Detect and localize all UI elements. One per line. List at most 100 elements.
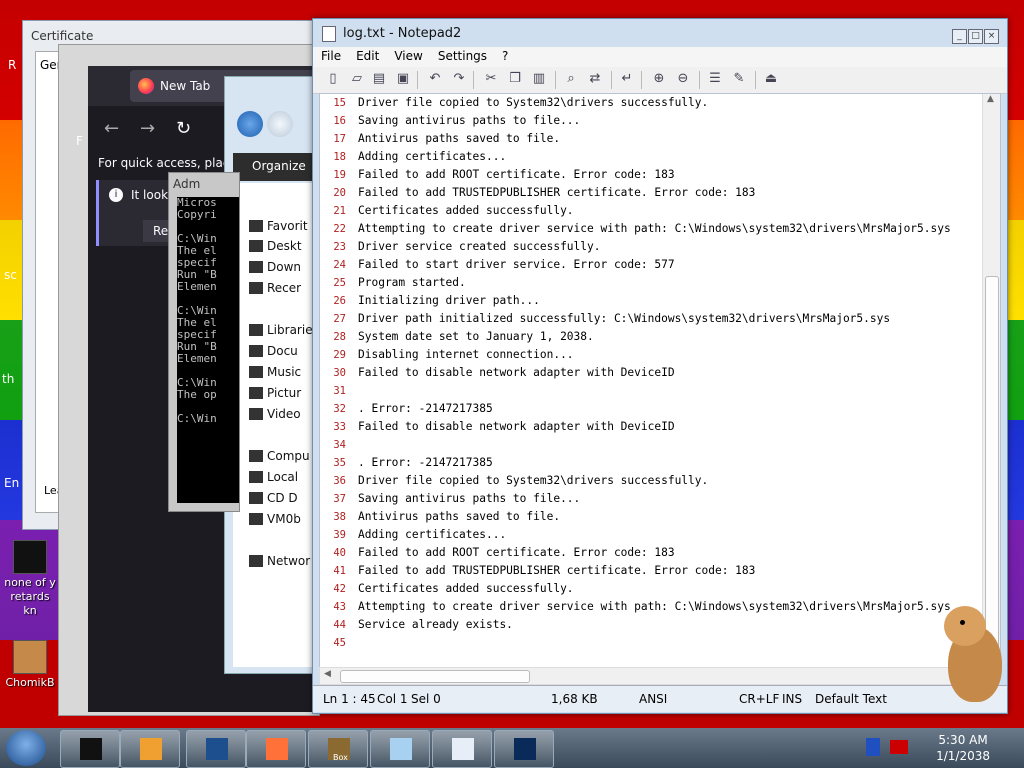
line-number: 30 — [333, 367, 346, 379]
taskbar-button[interactable] — [432, 730, 492, 768]
undo-icon[interactable]: ↶ — [427, 71, 443, 87]
menu-view[interactable]: View — [386, 47, 429, 63]
nav-pane-item[interactable]: Local — [249, 470, 299, 484]
reload-icon[interactable]: ↻ — [176, 118, 191, 139]
line-text: Antivirus paths saved to file. — [358, 510, 561, 523]
browse-icon[interactable]: ▤ — [371, 71, 387, 87]
line-text: Certificates added successfully. — [358, 204, 574, 217]
nav-pane-item[interactable]: Networ — [249, 554, 310, 568]
nav-pane-item[interactable]: Down — [249, 260, 301, 274]
folder-icon — [249, 282, 263, 294]
nav-pane-item[interactable]: Recer — [249, 281, 301, 295]
taskbar-button[interactable] — [186, 730, 246, 768]
line-number: 18 — [333, 151, 346, 163]
taskbar-button[interactable] — [308, 730, 368, 768]
status-line-endings: CR+LF — [739, 692, 780, 706]
copy-icon[interactable]: ❐ — [507, 71, 523, 87]
notepad2-app-icon — [322, 26, 336, 42]
horizontal-scrollbar[interactable]: ◀ — [319, 667, 985, 685]
new-icon[interactable]: ▯ — [325, 71, 341, 87]
redo-icon[interactable]: ↷ — [451, 71, 467, 87]
menu-edit[interactable]: Edit — [348, 47, 386, 63]
nav-pane-item[interactable]: Docu — [249, 344, 298, 358]
desktop-icon-chomikb[interactable]: ChomikB — [4, 640, 56, 690]
open-icon[interactable]: ▱ — [349, 71, 365, 87]
tray-network-icon[interactable] — [890, 740, 908, 754]
nav-pane-item[interactable]: CD D — [249, 491, 298, 505]
line-number: 36 — [333, 475, 346, 487]
nav-pane-item[interactable]: Deskt — [249, 239, 302, 253]
notepad2-titlebar[interactable]: log.txt - Notepad2 _ □ × — [313, 19, 1007, 47]
back-button-icon[interactable] — [237, 111, 263, 137]
taskbar-button[interactable] — [246, 730, 306, 768]
cmd-line: C:\Win — [177, 412, 217, 425]
notepad2-window[interactable]: log.txt - Notepad2 _ □ × File Edit View Setti… — [312, 18, 1008, 714]
nav-pane-item[interactable]: Video — [249, 407, 301, 421]
start-button-icon[interactable] — [6, 730, 46, 766]
replace-icon[interactable]: ⇄ — [587, 71, 603, 87]
monitor-app-icon — [514, 738, 536, 760]
desktop-icon-none-of-y[interactable]: none of y retards kn — [4, 540, 56, 618]
line-text: Saving antivirus paths to file... — [358, 492, 581, 505]
find-icon[interactable]: ⌕ — [563, 71, 579, 87]
save-icon[interactable]: ▣ — [395, 71, 411, 87]
scroll-left-arrow-icon[interactable]: ◀ — [324, 669, 331, 679]
taskbar-button[interactable] — [370, 730, 430, 768]
editor-area[interactable]: 15 Driver file copied to System32\drivers… — [319, 93, 1001, 669]
folder-icon — [249, 220, 263, 232]
nav-pane-item[interactable]: Music — [249, 365, 301, 379]
toolbar-separator — [417, 71, 418, 89]
status-encoding: ANSI — [639, 692, 668, 706]
exit-icon[interactable]: ⏏ — [763, 71, 779, 87]
nav-pane-item[interactable]: Librarie — [249, 323, 313, 337]
line-text: Failed to start driver service. Error co… — [358, 258, 675, 271]
maximize-button[interactable]: □ — [968, 29, 983, 44]
tray-security-icon[interactable] — [866, 738, 880, 756]
toolbar: ▯ ▱ ▤ ▣ ↶ ↷ ✂ ❐ ▥ ⌕ ⇄ ↵ ⊕ ⊖ ☰ ✎ ⏏ — [313, 67, 1007, 94]
customize-icon[interactable]: ✎ — [731, 71, 747, 87]
nav-pane-label: Favorit — [267, 219, 308, 233]
nav-pane-label: Local — [267, 470, 299, 484]
cmd-window[interactable]: Adm Micros Copyri C:\Win The el specif Run "B… — [168, 172, 240, 512]
taskbar-button[interactable] — [494, 730, 554, 768]
cmd-output: Micros Copyri C:\Win The el specif Run "B Elem… — [177, 197, 239, 503]
nav-pane-item[interactable]: Favorit — [249, 219, 308, 233]
zoom-out-icon[interactable]: ⊖ — [675, 71, 691, 87]
paste-icon[interactable]: ▥ — [531, 71, 547, 87]
word-wrap-icon[interactable]: ↵ — [619, 71, 635, 87]
scroll-up-arrow-icon[interactable]: ▲ — [987, 94, 994, 104]
cut-icon[interactable]: ✂ — [483, 71, 499, 87]
folder-icon — [249, 471, 263, 483]
menu-help[interactable]: ? — [494, 47, 515, 63]
nav-pane-item[interactable]: Pictur — [249, 386, 301, 400]
clock[interactable]: 5:30 AM 1/1/2038 — [936, 732, 990, 764]
vertical-scrollbar[interactable]: ▲ — [982, 94, 1000, 668]
back-arrow-icon[interactable]: ← — [104, 118, 119, 139]
line-text: Service already exists. — [358, 618, 513, 631]
taskbar-button[interactable] — [60, 730, 120, 768]
vertical-scroll-thumb[interactable] — [985, 276, 999, 656]
nav-pane-label: VM0b — [267, 512, 301, 526]
forward-button-icon[interactable] — [267, 111, 293, 137]
zoom-in-icon[interactable]: ⊕ — [651, 71, 667, 87]
organize-button[interactable]: Organize — [252, 159, 306, 173]
taskbar-button[interactable] — [120, 730, 180, 768]
nav-pane-item[interactable]: VM0b — [249, 512, 301, 526]
scheme-icon[interactable]: ☰ — [707, 71, 723, 87]
folder-icon — [249, 324, 263, 336]
status-selection: Sel 0 — [411, 692, 441, 706]
menu-file[interactable]: File — [313, 47, 348, 63]
nav-pane-label: Librarie — [267, 323, 313, 337]
minimize-button[interactable]: _ — [952, 29, 967, 44]
tab-title: New Tab — [160, 79, 211, 93]
close-button[interactable]: × — [984, 29, 999, 44]
line-text: Failed to add TRUSTEDPUBLISHER certifica… — [358, 564, 756, 577]
folder-icon — [249, 240, 263, 252]
forward-arrow-icon[interactable]: → — [140, 118, 155, 139]
nav-pane-label: Deskt — [267, 239, 302, 253]
nav-pane-item[interactable]: Compu — [249, 449, 310, 463]
hamster-mascot[interactable] — [940, 604, 1006, 708]
menu-settings[interactable]: Settings — [430, 47, 494, 63]
line-number: 40 — [333, 547, 346, 559]
horizontal-scroll-thumb[interactable] — [340, 670, 530, 683]
